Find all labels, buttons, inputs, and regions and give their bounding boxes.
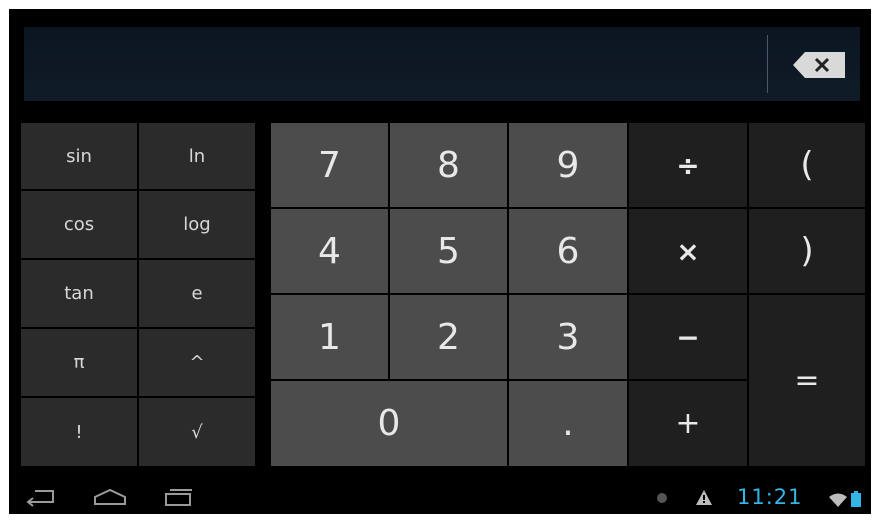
decimal-point-button[interactable]: . xyxy=(509,381,627,466)
cos-button[interactable]: cos xyxy=(21,191,137,258)
tan-button[interactable]: tan xyxy=(21,260,137,327)
plus-button[interactable]: + xyxy=(629,381,747,466)
backspace-button[interactable] xyxy=(793,52,845,78)
calculator-screen: sin ln cos log tan e π ^ ! √ 7 8 9 4 5 6… xyxy=(9,9,871,514)
backspace-icon xyxy=(793,52,845,78)
sin-button[interactable]: sin xyxy=(21,123,137,189)
system-bar: 11:21 xyxy=(9,479,871,514)
digit-4-button[interactable]: 4 xyxy=(271,209,388,293)
battery-icon xyxy=(851,491,861,511)
recent-apps-icon xyxy=(165,489,192,506)
multiply-button[interactable]: × xyxy=(629,209,747,293)
sqrt-button[interactable]: √ xyxy=(139,398,255,466)
digit-0-button[interactable]: 0 xyxy=(271,381,507,466)
digit-8-button[interactable]: 8 xyxy=(390,123,507,207)
digit-5-button[interactable]: 5 xyxy=(390,209,507,293)
factorial-button[interactable]: ! xyxy=(21,398,137,466)
pi-button[interactable]: π xyxy=(21,329,137,396)
status-clock: 11:21 xyxy=(737,485,803,509)
digit-1-button[interactable]: 1 xyxy=(271,295,388,379)
close-paren-button[interactable]: ) xyxy=(749,209,865,293)
wifi-icon xyxy=(829,492,847,511)
power-button[interactable]: ^ xyxy=(139,329,255,396)
log-button[interactable]: log xyxy=(139,191,255,258)
back-button[interactable] xyxy=(25,487,57,507)
e-button[interactable]: e xyxy=(139,260,255,327)
digit-2-button[interactable]: 2 xyxy=(390,295,507,379)
digit-6-button[interactable]: 6 xyxy=(509,209,627,293)
ln-button[interactable]: ln xyxy=(139,123,255,189)
expression-display[interactable] xyxy=(24,27,860,101)
text-cursor xyxy=(767,35,768,93)
warning-icon[interactable] xyxy=(696,490,712,509)
digit-3-button[interactable]: 3 xyxy=(509,295,627,379)
notification-dot-icon[interactable] xyxy=(657,493,667,503)
open-paren-button[interactable]: ( xyxy=(749,123,865,207)
back-icon xyxy=(26,490,54,507)
divide-button[interactable]: ÷ xyxy=(629,123,747,207)
digit-9-button[interactable]: 9 xyxy=(509,123,627,207)
minus-button[interactable]: − xyxy=(629,295,747,379)
home-button[interactable] xyxy=(93,487,127,507)
home-icon xyxy=(94,488,126,505)
digit-7-button[interactable]: 7 xyxy=(271,123,388,207)
equals-button[interactable]: = xyxy=(749,295,865,466)
recent-apps-button[interactable] xyxy=(163,487,195,507)
